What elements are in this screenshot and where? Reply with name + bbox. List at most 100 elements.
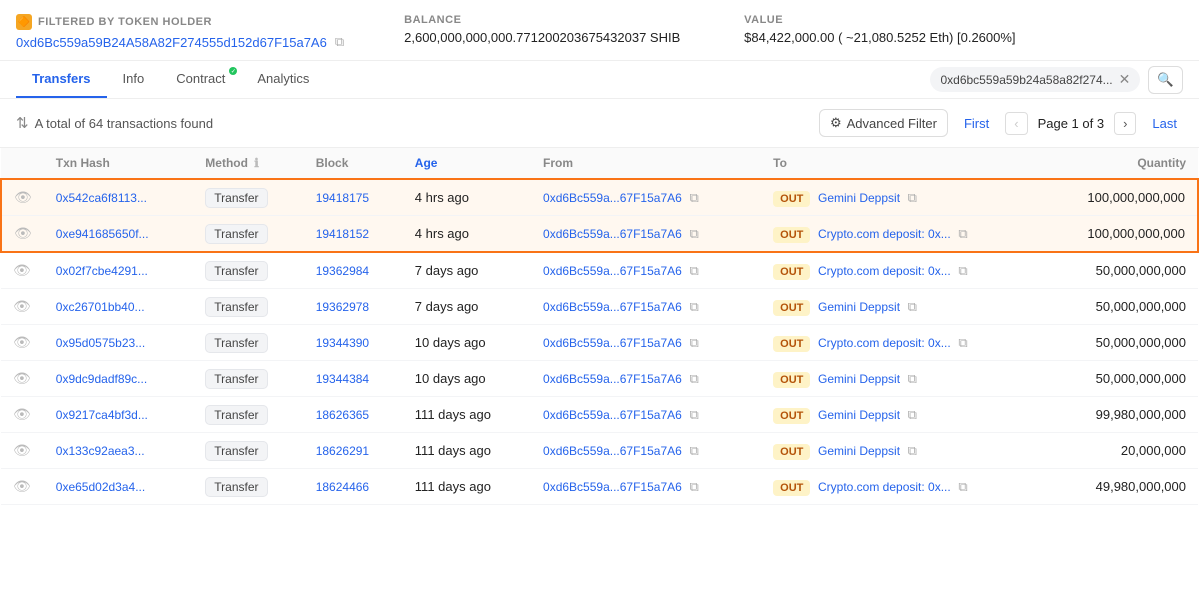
chip-close-button[interactable]: ✕	[1119, 71, 1131, 88]
eye-button[interactable]: 👁	[13, 262, 31, 279]
copy-from-button[interactable]: ⧉	[689, 443, 698, 459]
txn-hash-cell: 0x95d0575b23...	[44, 325, 194, 361]
search-button[interactable]: 🔍	[1148, 66, 1183, 94]
block-link[interactable]: 19362978	[316, 300, 369, 314]
from-address-link[interactable]: 0xd6Bc559a...67F15a7A6	[543, 227, 682, 241]
eye-button[interactable]: 👁	[13, 370, 31, 387]
copy-to-button[interactable]: ⧉	[908, 299, 917, 315]
from-address-link[interactable]: 0xd6Bc559a...67F15a7A6	[543, 264, 682, 278]
transactions-table: Txn Hash Method ℹ Block Age From To Quan…	[0, 148, 1199, 505]
txn-hash-link[interactable]: 0x02f7cbe4291...	[56, 264, 148, 278]
to-address-link[interactable]: Crypto.com deposit: 0x...	[818, 227, 951, 241]
method-info-icon[interactable]: ℹ	[254, 156, 259, 170]
balance-label: BALANCE	[404, 14, 684, 26]
to-address-link[interactable]: Crypto.com deposit: 0x...	[818, 336, 951, 350]
to-cell: OUT Gemini Deppsit ⧉	[761, 289, 1041, 325]
copy-to-button[interactable]: ⧉	[958, 263, 967, 279]
copy-from-button[interactable]: ⧉	[689, 479, 698, 495]
copy-from-button[interactable]: ⧉	[689, 407, 698, 423]
to-address-link[interactable]: Gemini Deppsit	[818, 444, 900, 458]
to-address-link[interactable]: Crypto.com deposit: 0x...	[818, 264, 951, 278]
eye-button[interactable]: 👁	[14, 225, 32, 242]
from-address-link[interactable]: 0xd6Bc559a...67F15a7A6	[543, 372, 682, 386]
copy-to-button[interactable]: ⧉	[958, 226, 967, 242]
block-link[interactable]: 18626291	[316, 444, 369, 458]
copy-to-button[interactable]: ⧉	[958, 479, 967, 495]
last-button[interactable]: Last	[1146, 113, 1183, 134]
eye-button[interactable]: 👁	[13, 334, 31, 351]
tab-transfers[interactable]: Transfers	[16, 61, 107, 98]
eye-cell: 👁	[1, 433, 44, 469]
eye-button[interactable]: 👁	[14, 189, 32, 206]
direction-badge: OUT	[773, 227, 810, 243]
to-address-link[interactable]: Gemini Deppsit	[818, 300, 900, 314]
funnel-icon: ⚙	[830, 115, 842, 131]
from-address-link[interactable]: 0xd6Bc559a...67F15a7A6	[543, 191, 682, 205]
copy-from-button[interactable]: ⧉	[689, 371, 698, 387]
block-link[interactable]: 19418175	[316, 191, 369, 205]
block-link[interactable]: 19418152	[316, 227, 369, 241]
tab-contract[interactable]: Contract ✓	[160, 61, 241, 98]
from-cell: 0xd6Bc559a...67F15a7A6 ⧉	[531, 179, 761, 216]
copy-to-button[interactable]: ⧉	[958, 335, 967, 351]
block-link[interactable]: 19344390	[316, 336, 369, 350]
from-cell: 0xd6Bc559a...67F15a7A6 ⧉	[531, 433, 761, 469]
to-cell: OUT Crypto.com deposit: 0x... ⧉	[761, 469, 1041, 505]
method-cell: Transfer	[193, 252, 303, 289]
to-address-link[interactable]: Gemini Deppsit	[818, 191, 900, 205]
copy-from-button[interactable]: ⧉	[689, 226, 698, 242]
block-link[interactable]: 18624466	[316, 480, 369, 494]
contract-check-badge: ✓	[229, 67, 237, 75]
copy-to-button[interactable]: ⧉	[908, 443, 917, 459]
copy-to-button[interactable]: ⧉	[908, 190, 917, 206]
first-button[interactable]: First	[958, 113, 995, 134]
copy-from-button[interactable]: ⧉	[689, 335, 698, 351]
block-link[interactable]: 19362984	[316, 264, 369, 278]
copy-from-button[interactable]: ⧉	[689, 263, 698, 279]
copy-from-button[interactable]: ⧉	[689, 190, 698, 206]
to-address-link[interactable]: Crypto.com deposit: 0x...	[818, 480, 951, 494]
method-badge: Transfer	[205, 477, 267, 497]
from-address-link[interactable]: 0xd6Bc559a...67F15a7A6	[543, 444, 682, 458]
col-age: Age	[403, 148, 531, 179]
txn-hash-link[interactable]: 0xe941685650f...	[56, 227, 149, 241]
eye-button[interactable]: 👁	[13, 478, 31, 495]
method-cell: Transfer	[193, 433, 303, 469]
next-page-button[interactable]: ›	[1114, 112, 1136, 135]
from-address-link[interactable]: 0xd6Bc559a...67F15a7A6	[543, 480, 682, 494]
age-cell: 7 days ago	[403, 252, 531, 289]
eye-button[interactable]: 👁	[13, 298, 31, 315]
tab-analytics[interactable]: Analytics	[241, 61, 325, 98]
txn-hash-link[interactable]: 0xc26701bb40...	[56, 300, 145, 314]
to-address-link[interactable]: Gemini Deppsit	[818, 408, 900, 422]
txn-hash-link[interactable]: 0x133c92aea3...	[56, 444, 145, 458]
direction-badge: OUT	[773, 372, 810, 388]
to-address-link[interactable]: Gemini Deppsit	[818, 372, 900, 386]
token-holder-address[interactable]: 0xd6Bc559a59B24A58A82F274555d152d67F15a7…	[16, 35, 327, 50]
table-row: 👁 0xc26701bb40... Transfer 19362978 7 da…	[1, 289, 1198, 325]
quantity-cell: 50,000,000,000	[1041, 325, 1198, 361]
copy-from-button[interactable]: ⧉	[689, 299, 698, 315]
txn-hash-link[interactable]: 0x95d0575b23...	[56, 336, 145, 350]
table-body: 👁 0x542ca6f8113... Transfer 19418175 4 h…	[1, 179, 1198, 505]
from-address-link[interactable]: 0xd6Bc559a...67F15a7A6	[543, 300, 682, 314]
tab-info[interactable]: Info	[107, 61, 161, 98]
balance-value: 2,600,000,000,000.771200203675432037 SHI…	[404, 30, 684, 45]
txn-hash-link[interactable]: 0x542ca6f8113...	[56, 191, 147, 205]
from-address-link[interactable]: 0xd6Bc559a...67F15a7A6	[543, 408, 682, 422]
copy-to-button[interactable]: ⧉	[908, 407, 917, 423]
block-link[interactable]: 19344384	[316, 372, 369, 386]
eye-button[interactable]: 👁	[13, 406, 31, 423]
copy-to-button[interactable]: ⧉	[908, 371, 917, 387]
from-address-link[interactable]: 0xd6Bc559a...67F15a7A6	[543, 336, 682, 350]
copy-address-button[interactable]: ⧉	[335, 34, 344, 50]
age-cell: 4 hrs ago	[403, 179, 531, 216]
method-cell: Transfer	[193, 325, 303, 361]
txn-hash-link[interactable]: 0x9217ca4bf3d...	[56, 408, 148, 422]
txn-hash-link[interactable]: 0xe65d02d3a4...	[56, 480, 145, 494]
txn-hash-link[interactable]: 0x9dc9dadf89c...	[56, 372, 147, 386]
advanced-filter-button[interactable]: ⚙ Advanced Filter	[819, 109, 948, 137]
prev-page-button[interactable]: ‹	[1005, 112, 1027, 135]
block-link[interactable]: 18626365	[316, 408, 369, 422]
eye-button[interactable]: 👁	[13, 442, 31, 459]
